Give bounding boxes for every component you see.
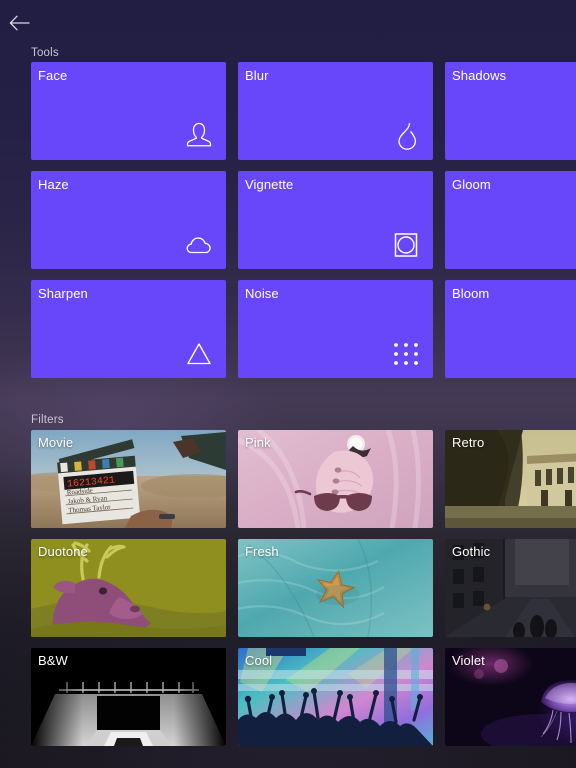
filter-tile-pink[interactable]: Pink (238, 430, 433, 528)
filter-tile-bw[interactable]: B&W (31, 648, 226, 746)
filter-tile-gothic[interactable]: Gothic (445, 539, 576, 637)
dot-grid-icon (389, 338, 423, 370)
filter-label: Violet (452, 653, 485, 668)
portrait-icon (182, 120, 216, 152)
tool-label: Haze (38, 177, 69, 192)
triangle-icon (182, 338, 216, 370)
filter-tile-retro[interactable]: Retro (445, 430, 576, 528)
filter-tile-duotone[interactable]: Duotone (31, 539, 226, 637)
tool-label: Shadows (452, 68, 507, 83)
tool-tile-sharpen[interactable]: Sharpen (31, 280, 226, 378)
filter-label: Cool (245, 653, 273, 668)
filter-label: Movie (38, 435, 74, 450)
tool-tile-blur[interactable]: Blur (238, 62, 433, 160)
tool-tile-shadows[interactable]: Shadows (445, 62, 576, 160)
tool-tile-gloom[interactable]: Gloom (445, 171, 576, 269)
tool-tile-noise[interactable]: Noise (238, 280, 433, 378)
tool-label: Vignette (245, 177, 294, 192)
filters-section-heading: Filters (31, 414, 64, 426)
arrow-left-icon (9, 14, 31, 32)
tool-label: Blur (245, 68, 269, 83)
editor-effects-page: Tools Face Blur Shadows Haze Vignette Gl… (0, 0, 576, 768)
tool-label: Noise (245, 286, 279, 301)
tool-tile-vignette[interactable]: Vignette (238, 171, 433, 269)
filter-tile-movie[interactable]: 16213421 Roadside Jakob & Ryan Thomas Ta… (31, 430, 226, 528)
tools-grid: Face Blur Shadows Haze Vignette Gloom Sh… (31, 62, 576, 378)
filter-label: Fresh (245, 544, 279, 559)
tools-section-heading: Tools (31, 47, 59, 59)
top-bar (0, 0, 576, 44)
filter-tile-violet[interactable]: Violet (445, 648, 576, 746)
circle-in-square-icon (389, 229, 423, 261)
tool-label: Gloom (452, 177, 491, 192)
water-drop-icon (389, 120, 423, 152)
filter-label: B&W (38, 653, 68, 668)
filter-label: Retro (452, 435, 485, 450)
filter-tile-fresh[interactable]: Fresh (238, 539, 433, 637)
tool-label: Face (38, 68, 68, 83)
tool-tile-haze[interactable]: Haze (31, 171, 226, 269)
filter-label: Gothic (452, 544, 491, 559)
filter-tile-cool[interactable]: Cool (238, 648, 433, 746)
filter-label: Duotone (38, 544, 88, 559)
tool-label: Sharpen (38, 286, 88, 301)
filter-label: Pink (245, 435, 271, 450)
tool-tile-face[interactable]: Face (31, 62, 226, 160)
tool-tile-bloom[interactable]: Bloom (445, 280, 576, 378)
filters-grid: 16213421 Roadside Jakob & Ryan Thomas Ta… (31, 430, 576, 746)
tool-label: Bloom (452, 286, 490, 301)
cloud-icon (182, 229, 216, 261)
back-button[interactable] (6, 9, 34, 37)
